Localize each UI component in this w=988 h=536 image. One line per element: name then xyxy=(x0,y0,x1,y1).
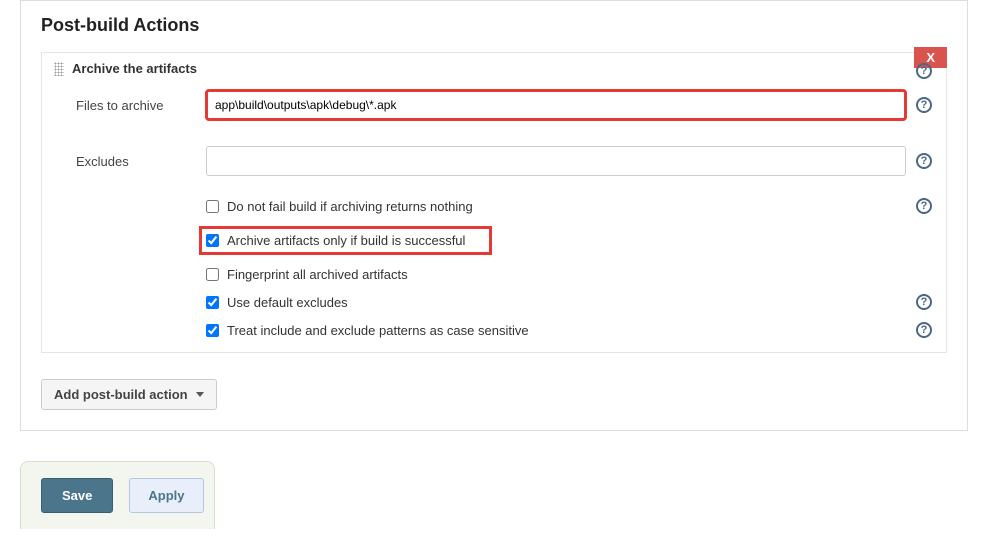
post-build-section: Post-build Actions X Archive the artifac… xyxy=(20,0,968,431)
no-fail-row: Do not fail build if archiving returns n… xyxy=(42,192,946,220)
case-sensitive-checkbox-label[interactable]: Treat include and exclude patterns as ca… xyxy=(206,323,529,338)
save-button[interactable]: Save xyxy=(41,478,113,513)
only-success-checkbox-label[interactable]: Archive artifacts only if build is succe… xyxy=(199,226,492,255)
files-to-archive-row: Files to archive ? xyxy=(42,84,946,126)
case-sensitive-text: Treat include and exclude patterns as ca… xyxy=(227,323,529,338)
apply-button[interactable]: Apply xyxy=(129,478,203,513)
no-fail-checkbox[interactable] xyxy=(206,200,219,213)
only-success-checkbox[interactable] xyxy=(206,234,219,247)
case-sensitive-row: Treat include and exclude patterns as ca… xyxy=(42,316,946,352)
help-icon[interactable]: ? xyxy=(916,97,932,113)
block-header: Archive the artifacts xyxy=(42,53,946,84)
help-icon[interactable]: ? xyxy=(916,294,932,310)
help-icon[interactable]: ? xyxy=(916,153,932,169)
fingerprint-row: Fingerprint all archived artifacts xyxy=(42,261,946,288)
excludes-input[interactable] xyxy=(206,146,906,176)
add-action-label: Add post-build action xyxy=(54,387,188,402)
add-post-build-action-button[interactable]: Add post-build action xyxy=(41,379,217,410)
block-title: Archive the artifacts xyxy=(72,61,197,76)
help-icon[interactable]: ? xyxy=(916,198,932,214)
footer-actions: Save Apply xyxy=(20,461,215,529)
chevron-down-icon xyxy=(196,392,204,397)
section-title: Post-build Actions xyxy=(21,1,967,44)
fingerprint-text: Fingerprint all archived artifacts xyxy=(227,267,408,282)
case-sensitive-checkbox[interactable] xyxy=(206,324,219,337)
default-excludes-text: Use default excludes xyxy=(227,295,348,310)
no-fail-checkbox-label[interactable]: Do not fail build if archiving returns n… xyxy=(206,199,473,214)
files-label: Files to archive xyxy=(76,98,206,113)
archive-artifacts-block: X Archive the artifacts ? Files to archi… xyxy=(41,52,947,353)
files-to-archive-input[interactable] xyxy=(206,90,906,120)
excludes-row: Excludes ? xyxy=(42,140,946,182)
only-success-text: Archive artifacts only if build is succe… xyxy=(227,233,465,248)
fingerprint-checkbox[interactable] xyxy=(206,268,219,281)
no-fail-text: Do not fail build if archiving returns n… xyxy=(227,199,473,214)
add-action-row: Add post-build action xyxy=(21,369,967,430)
default-excludes-checkbox-label[interactable]: Use default excludes xyxy=(206,295,348,310)
default-excludes-row: Use default excludes ? xyxy=(42,288,946,316)
only-success-row: Archive artifacts only if build is succe… xyxy=(42,220,946,261)
default-excludes-checkbox[interactable] xyxy=(206,296,219,309)
excludes-label: Excludes xyxy=(76,154,206,169)
drag-handle-icon[interactable] xyxy=(54,62,64,76)
help-icon[interactable]: ? xyxy=(916,63,932,79)
fingerprint-checkbox-label[interactable]: Fingerprint all archived artifacts xyxy=(206,267,408,282)
help-icon[interactable]: ? xyxy=(916,322,932,338)
